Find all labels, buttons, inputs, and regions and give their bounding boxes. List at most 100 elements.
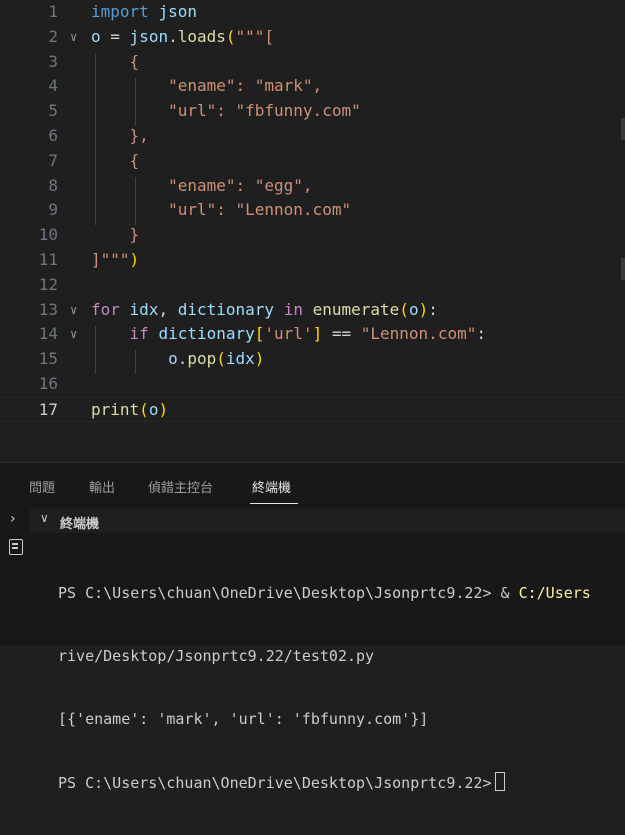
- tab-problems[interactable]: 問題: [29, 477, 55, 496]
- terminal-output[interactable]: PS C:\Users\chuan\OneDrive\Desktop\Jsonp…: [58, 541, 625, 835]
- code-line[interactable]: 1 import json: [0, 0, 625, 25]
- code-text: "url": "Lennon.com": [91, 198, 351, 223]
- terminal-line: PS C:\Users\chuan\OneDrive\Desktop\Jsonp…: [58, 584, 591, 602]
- code-line[interactable]: 17 print(o): [0, 396, 625, 423]
- code-token: dictionary: [177, 299, 275, 319]
- terminal-cursor: [495, 772, 506, 791]
- code-token: o: [148, 399, 159, 419]
- code-token: ): [129, 250, 140, 269]
- line-number: 8: [48, 175, 58, 195]
- code-token: "ename": "mark",: [91, 76, 323, 96]
- tab-output[interactable]: 輸出: [89, 477, 115, 496]
- code-line[interactable]: 16: [0, 372, 625, 397]
- chevron-down-icon[interactable]: ∨: [70, 322, 84, 347]
- terminal-icon[interactable]: [9, 539, 23, 555]
- code-token: {: [91, 51, 140, 71]
- terminal-title: 終端機: [60, 517, 100, 532]
- code-line[interactable]: 7 {: [0, 149, 625, 174]
- code-token: import: [91, 2, 149, 21]
- code-line[interactable]: 10 }: [0, 223, 625, 248]
- indent-guide: [95, 53, 96, 225]
- line-number: 6: [48, 126, 58, 145]
- tab-debug-console[interactable]: 偵錯主控台: [148, 477, 213, 496]
- code-text: print(o): [91, 398, 168, 423]
- line-number: 15: [38, 349, 58, 369]
- line-number: 4: [48, 76, 58, 96]
- code-token: :: [428, 299, 438, 319]
- code-text: }: [91, 223, 140, 248]
- code-token: {: [91, 150, 140, 170]
- line-number: 12: [38, 274, 58, 294]
- code-token: 'url': [264, 324, 313, 344]
- chevron-down-icon[interactable]: ∨: [70, 25, 84, 50]
- line-number: 9: [48, 200, 58, 220]
- code-token: print: [91, 399, 140, 419]
- code-line[interactable]: 2 ∨ o = json.loads("""[: [0, 25, 625, 50]
- line-number: 7: [48, 150, 58, 170]
- line-number: 5: [48, 101, 58, 121]
- code-token: .: [177, 349, 188, 369]
- code-text: import json: [91, 0, 197, 25]
- code-token: idx: [129, 299, 159, 319]
- code-token: ): [158, 399, 169, 419]
- code-token: (: [216, 349, 226, 369]
- code-line[interactable]: 12: [0, 273, 625, 298]
- code-text: {: [91, 50, 140, 75]
- code-line[interactable]: 8 "ename": "egg",: [0, 174, 625, 199]
- code-line[interactable]: 13 ∨ for idx, dictionary in enumerate(o):: [0, 298, 625, 323]
- line-number: 13: [38, 299, 58, 319]
- code-token: if: [129, 324, 149, 344]
- chevron-down-icon[interactable]: ∨: [40, 511, 49, 525]
- code-editor[interactable]: 1 import json 2 ∨ o = json.loads("""[3 {4 "e…: [0, 0, 625, 462]
- code-text: "url": "fbfunny.com": [91, 99, 361, 124]
- code-token: "url": "Lennon.com": [91, 200, 352, 220]
- code-token: :: [476, 324, 486, 344]
- code-token: idx: [225, 349, 255, 369]
- code-text: o.pop(idx): [91, 347, 264, 372]
- code-token: o: [408, 299, 419, 319]
- code-token: },: [91, 126, 149, 145]
- indent-guide: [95, 326, 96, 374]
- code-token: ]: [312, 324, 323, 344]
- code-token: """[: [235, 26, 275, 46]
- code-line[interactable]: 3 {: [0, 50, 625, 75]
- terminal-header[interactable]: ∨ 終端機: [30, 509, 625, 533]
- code-line[interactable]: 4 "ename": "mark",: [0, 74, 625, 99]
- indent-guide: [135, 177, 136, 225]
- code-token: ): [254, 349, 265, 369]
- code-token: loads: [177, 26, 226, 46]
- code-line[interactable]: 9 "url": "Lennon.com": [0, 198, 625, 223]
- code-text: {: [91, 149, 140, 174]
- code-token: (: [399, 299, 409, 319]
- line-number: 10: [38, 225, 58, 245]
- code-line[interactable]: 14 ∨ if dictionary['url'] == "Lennon.com"…: [0, 322, 625, 347]
- indent-guide: [135, 78, 136, 126]
- code-token: }: [91, 225, 140, 245]
- code-token: dictionary: [158, 324, 255, 344]
- line-number: 11: [38, 250, 58, 269]
- code-line[interactable]: 15 o.pop(idx): [0, 347, 625, 372]
- tab-terminal[interactable]: 終端機: [252, 477, 291, 496]
- code-line[interactable]: 6 },: [0, 124, 625, 149]
- chevron-down-icon[interactable]: ∨: [70, 298, 84, 323]
- code-text: "ename": "egg",: [91, 174, 313, 199]
- terminal-line: rive/Desktop/Jsonprtc9.22/test02.py: [58, 647, 375, 665]
- terminal-line: [{'ename': 'mark', 'url': 'fbfunny.com'}…: [58, 710, 429, 728]
- code-line[interactable]: 11]"""): [0, 248, 625, 273]
- code-text: },: [91, 124, 149, 149]
- code-token: =: [100, 26, 130, 46]
- code-token: enumerate: [312, 299, 400, 319]
- code-token: ,: [158, 299, 178, 319]
- code-token: o: [91, 26, 101, 46]
- terminal-line: PS C:\Users\chuan\OneDrive\Desktop\Jsonp…: [58, 772, 625, 793]
- code-text: "ename": "mark",: [91, 74, 322, 99]
- chevron-right-icon[interactable]: ›: [10, 511, 16, 527]
- active-tab-indicator: [250, 503, 298, 504]
- code-line[interactable]: 5 "url": "fbfunny.com": [0, 99, 625, 124]
- code-token: [: [254, 324, 265, 344]
- code-token: json: [129, 26, 169, 46]
